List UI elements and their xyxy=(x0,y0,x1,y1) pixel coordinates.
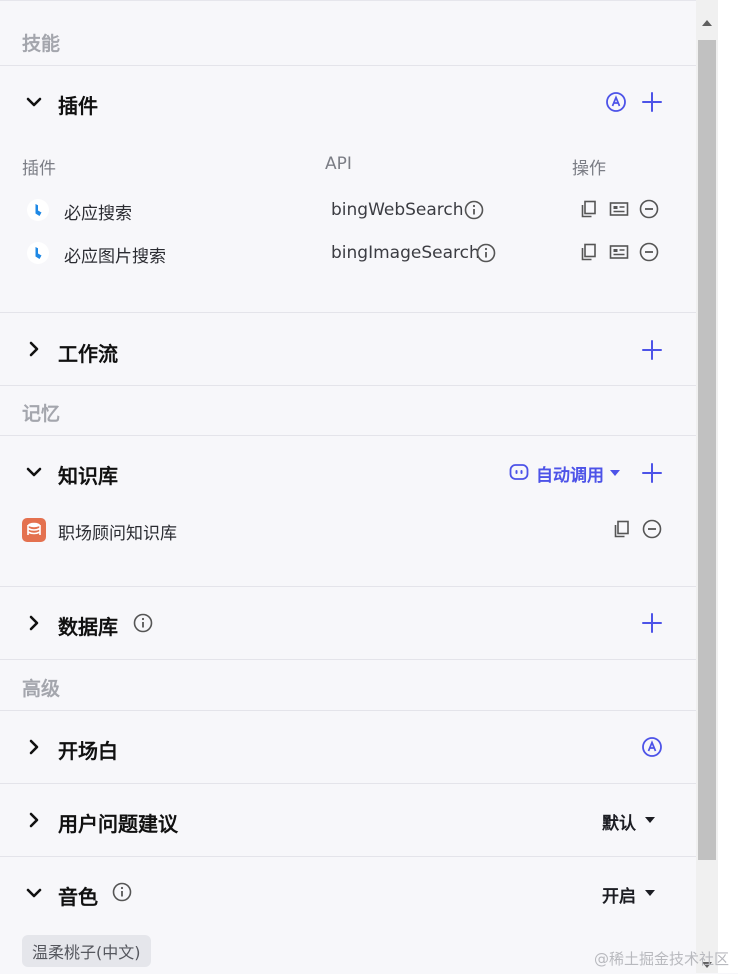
section-title-suggestions[interactable]: 用户问题建议 xyxy=(58,808,178,837)
add-knowledge-button[interactable] xyxy=(641,462,663,484)
group-label-advanced: 高级 xyxy=(22,678,61,700)
card-icon[interactable] xyxy=(609,199,629,219)
divider xyxy=(0,435,696,436)
copy-icon[interactable] xyxy=(612,519,632,539)
divider xyxy=(0,710,696,711)
info-icon[interactable] xyxy=(476,243,496,263)
chevron-down-icon[interactable] xyxy=(25,463,43,481)
section-title-opening[interactable]: 开场白 xyxy=(58,735,118,764)
section-title-database[interactable]: 数据库 xyxy=(58,611,118,640)
section-title-knowledge[interactable]: 知识库 xyxy=(58,460,118,489)
plugin-name: 必应图片搜索 xyxy=(64,247,166,267)
info-icon[interactable] xyxy=(133,613,153,633)
add-workflow-button[interactable] xyxy=(641,339,663,361)
knowledge-item-name: 职场顾问知识库 xyxy=(58,524,177,544)
column-header-plugin: 插件 xyxy=(22,159,56,179)
chevron-down-icon[interactable] xyxy=(25,884,43,902)
info-icon[interactable] xyxy=(112,882,132,902)
caret-down-icon[interactable] xyxy=(610,470,620,476)
group-label-memory: 记忆 xyxy=(22,403,61,425)
chevron-right-icon[interactable] xyxy=(25,614,43,632)
chevron-right-icon[interactable] xyxy=(25,811,43,829)
divider xyxy=(0,65,696,66)
remove-icon[interactable] xyxy=(639,242,659,262)
scroll-thumb[interactable] xyxy=(698,40,716,860)
section-title-voice[interactable]: 音色 xyxy=(58,881,98,910)
auto-circle-icon[interactable] xyxy=(641,736,663,758)
divider xyxy=(0,659,696,660)
api-name: bingWebSearch xyxy=(331,200,464,220)
caret-down-icon[interactable] xyxy=(645,890,655,896)
divider xyxy=(0,586,696,587)
copy-icon[interactable] xyxy=(579,199,599,219)
settings-panel: 技能 插件 插件 API 操作 必应搜索 bingWebSearch 必应图片搜… xyxy=(0,0,696,974)
chevron-right-icon[interactable] xyxy=(25,340,43,358)
divider xyxy=(0,385,696,386)
column-header-actions: 操作 xyxy=(572,159,606,179)
watermark: @稀土掘金技术社区 xyxy=(594,950,730,968)
copy-icon[interactable] xyxy=(579,242,599,262)
section-title-plugins[interactable]: 插件 xyxy=(58,90,98,119)
robot-icon[interactable] xyxy=(509,463,529,481)
caret-down-icon[interactable] xyxy=(645,817,655,823)
add-database-button[interactable] xyxy=(641,612,663,634)
bing-icon xyxy=(27,242,49,264)
chevron-down-icon[interactable] xyxy=(25,93,43,111)
api-name: bingImageSearch xyxy=(331,243,480,263)
page-edge xyxy=(718,0,738,973)
remove-icon[interactable] xyxy=(642,519,662,539)
divider xyxy=(0,783,696,784)
voice-chip[interactable]: 温柔桃子(中文) xyxy=(22,935,151,967)
auto-call-dropdown[interactable]: 自动调用 xyxy=(536,461,604,486)
info-icon[interactable] xyxy=(464,200,484,220)
suggestions-mode-dropdown[interactable]: 默认 xyxy=(602,809,636,834)
scroll-up-icon[interactable] xyxy=(702,20,712,26)
bing-icon xyxy=(27,199,49,221)
section-title-workflow[interactable]: 工作流 xyxy=(58,338,118,367)
divider xyxy=(0,856,696,857)
database-icon xyxy=(22,518,46,542)
column-header-api: API xyxy=(325,154,352,174)
voice-toggle-dropdown[interactable]: 开启 xyxy=(602,882,636,907)
add-plugin-button[interactable] xyxy=(641,91,663,113)
card-icon[interactable] xyxy=(609,242,629,262)
plugin-name: 必应搜索 xyxy=(64,204,132,224)
remove-icon[interactable] xyxy=(639,199,659,219)
chevron-right-icon[interactable] xyxy=(25,738,43,756)
auto-circle-icon[interactable] xyxy=(605,91,627,113)
divider xyxy=(0,312,696,313)
group-label-skills: 技能 xyxy=(22,33,61,55)
scrollbar[interactable] xyxy=(696,0,718,973)
